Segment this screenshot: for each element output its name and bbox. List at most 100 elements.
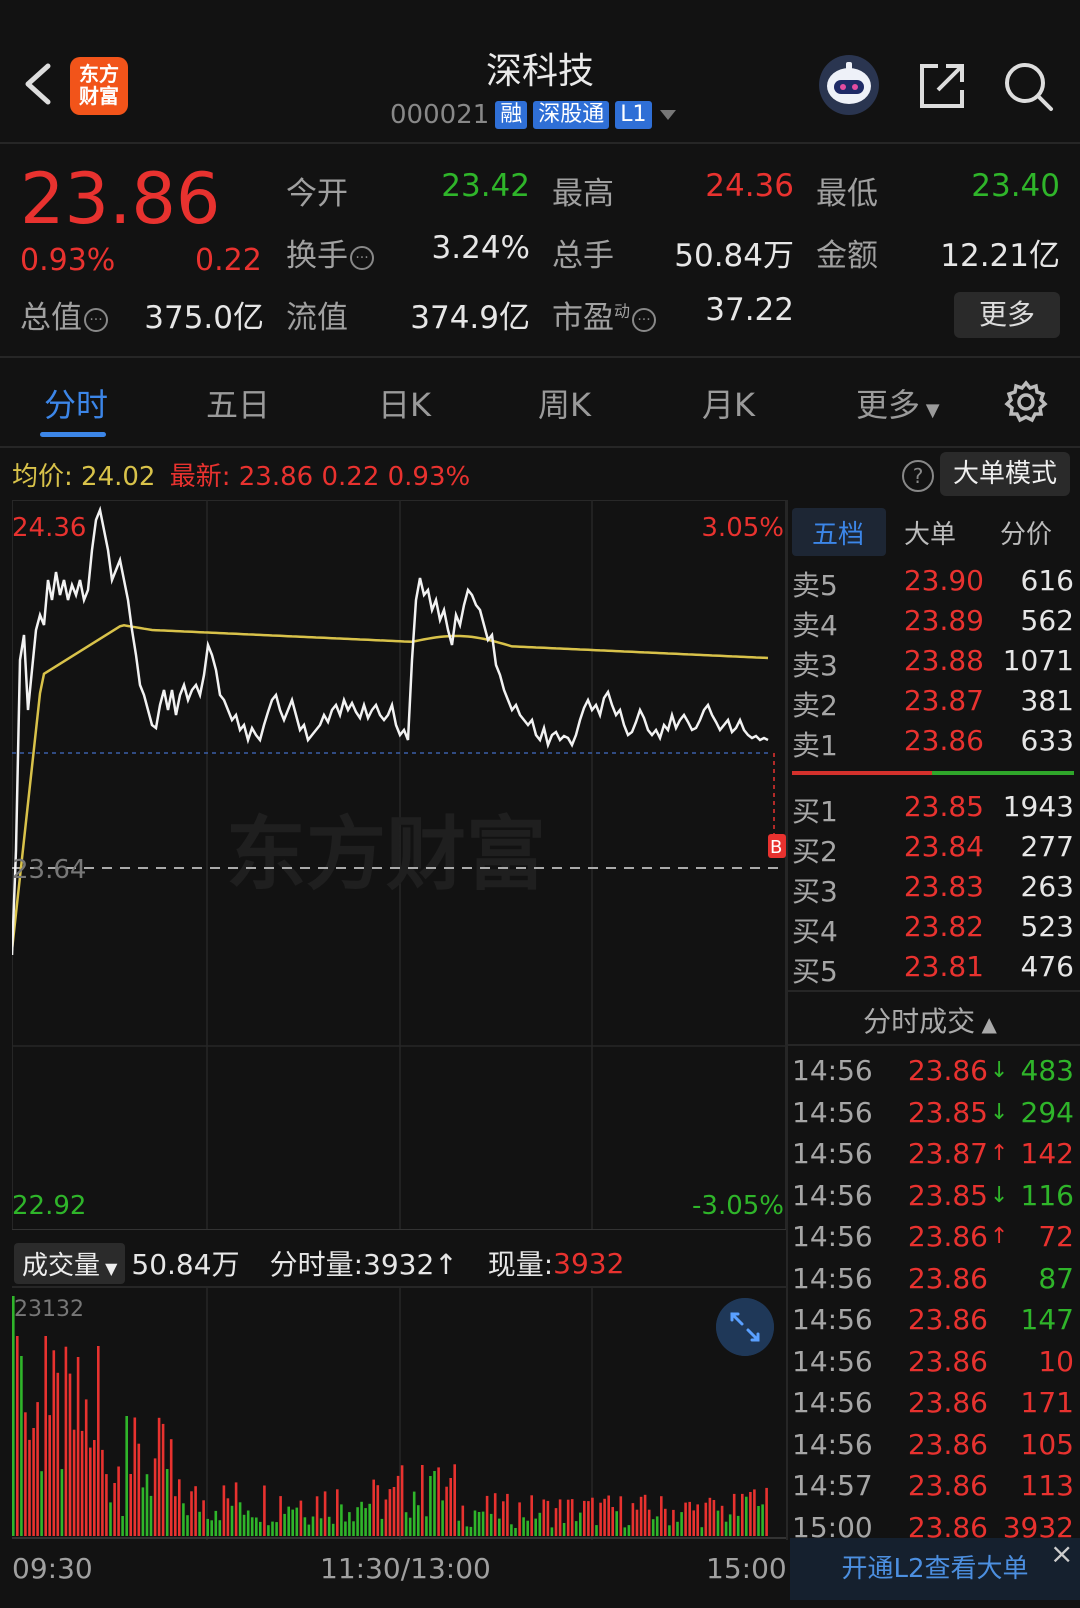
close-icon[interactable]: × xyxy=(1050,1540,1078,1568)
expand-chart-button[interactable] xyxy=(716,1298,774,1356)
tick-price: 23.86 xyxy=(907,1344,988,1378)
current-price: 23.86 xyxy=(20,158,221,240)
gear-icon[interactable] xyxy=(1004,380,1048,424)
turnover-label[interactable]: 换手 ··· xyxy=(286,230,374,275)
volume-bar xyxy=(392,1487,396,1536)
tick-volume: 87 xyxy=(1038,1261,1074,1295)
tab-weekly-k[interactable]: 周K xyxy=(538,380,591,426)
volume-bar xyxy=(56,1372,60,1536)
ask-row[interactable]: 卖1 23.86 633 xyxy=(792,724,1074,764)
tick-row: 14:57 23.86 113 xyxy=(792,1469,1074,1509)
help-icon[interactable]: ? xyxy=(902,460,934,492)
volume-bar xyxy=(24,1412,27,1536)
volume-bar xyxy=(133,1417,137,1536)
tab-monthly-k[interactable]: 月K xyxy=(702,380,755,426)
caret-down-icon: ▼ xyxy=(100,1258,118,1278)
volume-bar xyxy=(28,1439,31,1536)
divider xyxy=(0,446,1080,448)
volume-bar xyxy=(234,1482,238,1536)
volume-bar xyxy=(485,1495,489,1536)
more-quote-button[interactable]: 更多 xyxy=(954,292,1060,338)
volume-bar xyxy=(587,1501,590,1536)
volume-bar xyxy=(457,1520,461,1536)
info-icon: ··· xyxy=(350,246,374,270)
tab-five-level[interactable]: 五档 xyxy=(812,514,864,551)
volume-bar xyxy=(255,1517,258,1536)
panel-divider xyxy=(786,500,788,1540)
intraday-price-chart[interactable]: 东方财富 B 24.36 3.05% 23.64 22.92 -3.05% xyxy=(12,500,786,1230)
volume-bar xyxy=(242,1514,246,1536)
ask-row[interactable]: 卖3 23.88 1071 xyxy=(792,644,1074,684)
bid-row[interactable]: 买2 23.84 277 xyxy=(792,830,1074,870)
volume-bar xyxy=(736,1515,740,1536)
volume-bar xyxy=(109,1502,112,1536)
tick-row: 14:56 23.86 ↑ 72 xyxy=(792,1220,1074,1260)
change-amount: 0.22 xyxy=(195,243,262,278)
tab-five-day[interactable]: 五日 xyxy=(206,380,270,426)
current-volume-label: 现量: xyxy=(487,1248,554,1281)
volume-bar xyxy=(267,1525,270,1536)
tab-big-orders[interactable]: 大单 xyxy=(904,514,956,551)
search-icon[interactable] xyxy=(1002,60,1054,112)
tick-volume: 113 xyxy=(1020,1469,1074,1502)
volume-bar xyxy=(732,1493,736,1536)
tick-price: 23.86 xyxy=(907,1054,988,1087)
tick-row: 14:56 23.86 ↓ 483 xyxy=(792,1054,1074,1094)
open-label: 今开 xyxy=(286,176,348,212)
volume-bar xyxy=(627,1525,631,1536)
volume-bar xyxy=(611,1507,614,1536)
volume-chart[interactable]: 23132 xyxy=(12,1286,786,1540)
volume-bar xyxy=(583,1500,586,1536)
bid-row[interactable]: 买1 23.85 1943 xyxy=(792,790,1074,830)
tab-daily-k[interactable]: 日K xyxy=(378,380,431,426)
bid-row[interactable]: 买3 23.83 263 xyxy=(792,870,1074,910)
info-icon: ··· xyxy=(632,308,657,332)
total-volume: 50.84万 xyxy=(131,1248,240,1281)
tick-volume: 147 xyxy=(1020,1303,1074,1336)
volume-bar xyxy=(741,1493,744,1536)
volume-bar xyxy=(364,1508,367,1536)
volume-bar xyxy=(311,1516,315,1536)
volume-bar xyxy=(672,1509,675,1536)
bid-row[interactable]: 买5 23.81 476 xyxy=(792,950,1074,990)
market-cap-label[interactable]: 总值 ··· xyxy=(20,292,108,337)
tab-intraday[interactable]: 分时 xyxy=(44,380,108,426)
stock-code-row[interactable]: 000021 融 深股通 L1 xyxy=(390,98,678,132)
volume-bar xyxy=(404,1512,408,1536)
volume-bar xyxy=(477,1512,481,1536)
tab-price-dist[interactable]: 分价 xyxy=(1000,514,1052,551)
open-l2-banner[interactable]: 开通L2查看大单 xyxy=(790,1538,1080,1600)
volume-bar xyxy=(145,1474,149,1536)
volume-value: 50.84万 xyxy=(674,238,794,274)
connect-tag: 深股通 xyxy=(533,101,610,129)
volume-bar xyxy=(429,1476,432,1536)
volume-bar xyxy=(757,1506,760,1536)
ticks-section-title[interactable]: 分时成交 ▲ xyxy=(790,1000,1070,1040)
volume-bar xyxy=(445,1486,448,1536)
ask-row[interactable]: 卖4 23.89 562 xyxy=(792,604,1074,644)
ask-row[interactable]: 卖5 23.90 616 xyxy=(792,564,1074,604)
volume-bar xyxy=(655,1516,659,1536)
volume-bar xyxy=(250,1517,254,1536)
volume-bar xyxy=(453,1464,456,1536)
robot-assistant-icon[interactable] xyxy=(818,54,880,116)
volume-bar xyxy=(651,1519,655,1536)
volume-bar xyxy=(493,1493,497,1536)
tick-price: 23.86 xyxy=(907,1303,988,1336)
bid-row[interactable]: 买4 23.82 523 xyxy=(792,910,1074,950)
y-min-price: 22.92 xyxy=(12,1191,86,1221)
tick-row: 14:56 23.86 10 xyxy=(792,1345,1074,1385)
pe-label[interactable]: 市盈动 ··· xyxy=(552,292,657,337)
share-icon[interactable] xyxy=(916,60,968,112)
volume-indicator-select[interactable]: 成交量 ▼ xyxy=(14,1242,126,1284)
volume-bar xyxy=(550,1527,554,1536)
volume-bar xyxy=(696,1504,699,1536)
volume-bar xyxy=(660,1496,663,1536)
ask-row[interactable]: 卖2 23.87 381 xyxy=(792,684,1074,724)
volume-bar xyxy=(724,1521,728,1536)
tab-more[interactable]: 更多 ▼ xyxy=(856,380,940,426)
volume-bar xyxy=(599,1502,602,1536)
volume-bar xyxy=(178,1479,181,1536)
big-order-mode-button[interactable]: 大单模式 xyxy=(940,452,1070,496)
volume-max-label: 23132 xyxy=(14,1297,84,1322)
